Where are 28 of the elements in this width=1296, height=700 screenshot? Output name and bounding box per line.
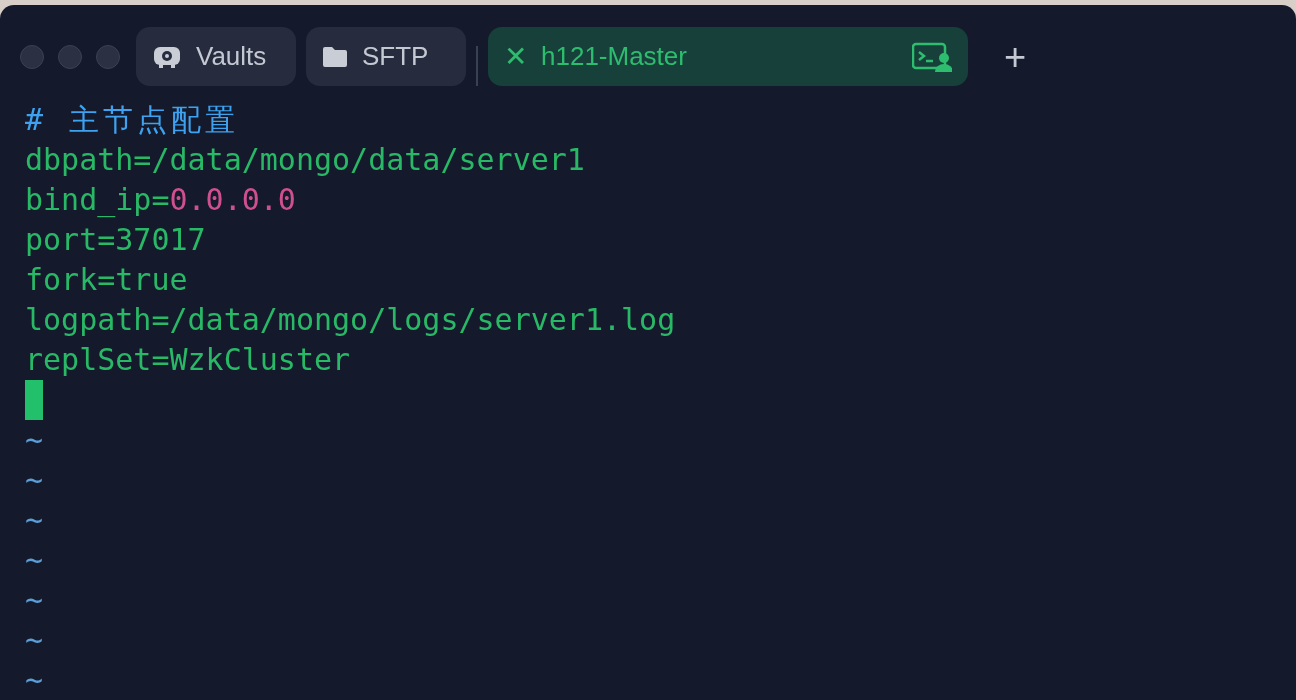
empty-line-marker: ~ xyxy=(25,541,44,579)
empty-line-marker: ~ xyxy=(25,421,44,459)
tab[interactable]: Vaults xyxy=(136,27,296,86)
code-line: bind_ip=0.0.0.0 xyxy=(25,181,296,220)
code-line: dbpath=/data/mongo/data/server1 xyxy=(25,141,585,179)
comment-line: # 主节点配置 xyxy=(25,101,240,139)
code-line: fork=true xyxy=(25,261,188,299)
close-tab-button[interactable]: ✕ xyxy=(504,42,527,71)
empty-line-marker: ~ xyxy=(25,621,44,659)
zoom-button[interactable] xyxy=(96,44,120,69)
code-line: replSet=WzkCluster xyxy=(25,341,351,379)
empty-line-marker: ~ xyxy=(25,501,44,539)
empty-line-marker: ~ xyxy=(25,661,44,699)
empty-line-marker: ~ xyxy=(25,461,44,499)
tab-label: Vaults xyxy=(196,40,268,73)
terminal-user-icon xyxy=(912,41,952,72)
close-button[interactable] xyxy=(20,44,44,69)
folder-icon xyxy=(322,45,348,68)
tab-label: SFTP xyxy=(362,40,430,73)
tab-label: h121-Master xyxy=(541,40,688,73)
new-tab-button[interactable]: + xyxy=(1004,27,1027,86)
code-line: logpath=/data/mongo/logs/server1.log xyxy=(25,301,676,339)
tab[interactable]: SFTP xyxy=(306,27,466,86)
code-line: port=37017 xyxy=(25,221,206,259)
minimize-button[interactable] xyxy=(58,44,82,69)
empty-line-marker: ~ xyxy=(25,581,44,619)
text-cursor xyxy=(25,380,43,420)
tab[interactable]: ✕ h121-Master xyxy=(488,27,968,86)
